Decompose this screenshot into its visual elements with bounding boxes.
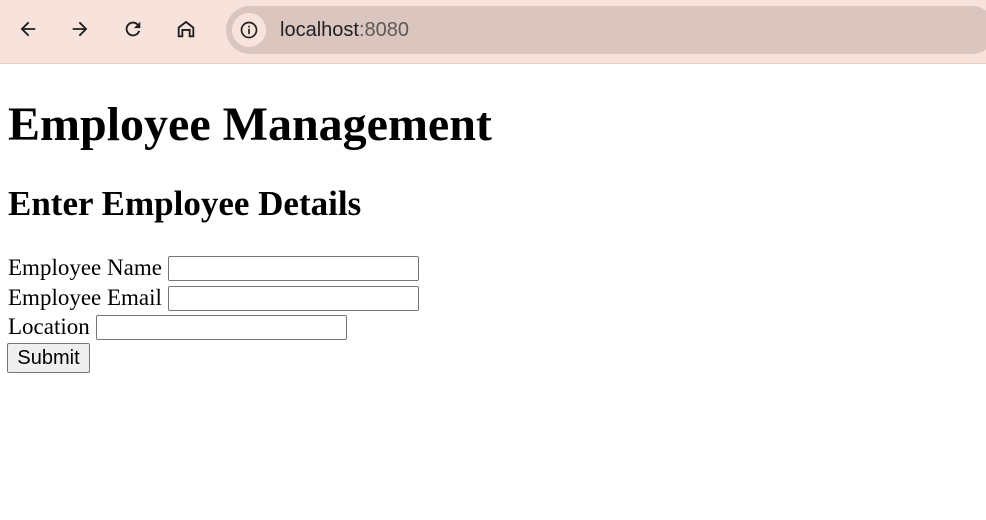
reload-icon: [125, 21, 141, 37]
home-icon: [177, 20, 195, 38]
back-button[interactable]: [11, 12, 45, 46]
employee-name-label: Employee Name: [8, 255, 162, 280]
url-text[interactable]: localhost:8080: [280, 19, 409, 41]
url-port: :8080: [358, 19, 409, 41]
address-bar[interactable]: localhost:8080: [226, 6, 986, 54]
home-button[interactable]: [169, 12, 203, 46]
site-info-button[interactable]: [232, 13, 266, 47]
employee-name-input[interactable]: [167, 255, 419, 281]
forward-arrow-icon: [72, 21, 88, 37]
location-input[interactable]: [95, 314, 347, 340]
browser-toolbar: localhost:8080: [0, 0, 986, 64]
forward-button[interactable]: [63, 12, 97, 46]
employee-email-label: Employee Email: [8, 285, 162, 310]
url-host: localhost: [280, 19, 359, 41]
page-content: Employee Management Enter Employee Detai…: [0, 64, 986, 520]
page-title: Employee Management: [8, 98, 492, 151]
location-row: Location: [8, 312, 347, 342]
reload-button[interactable]: [116, 12, 150, 46]
back-arrow-icon: [20, 21, 36, 37]
employee-email-input[interactable]: [167, 285, 419, 311]
employee-email-row: Employee Email: [8, 283, 419, 313]
submit-button[interactable]: Submit: [7, 343, 90, 373]
employee-name-row: Employee Name: [8, 253, 419, 283]
location-label: Location: [8, 314, 90, 339]
form-heading: Enter Employee Details: [8, 184, 362, 223]
info-icon: [240, 21, 258, 39]
